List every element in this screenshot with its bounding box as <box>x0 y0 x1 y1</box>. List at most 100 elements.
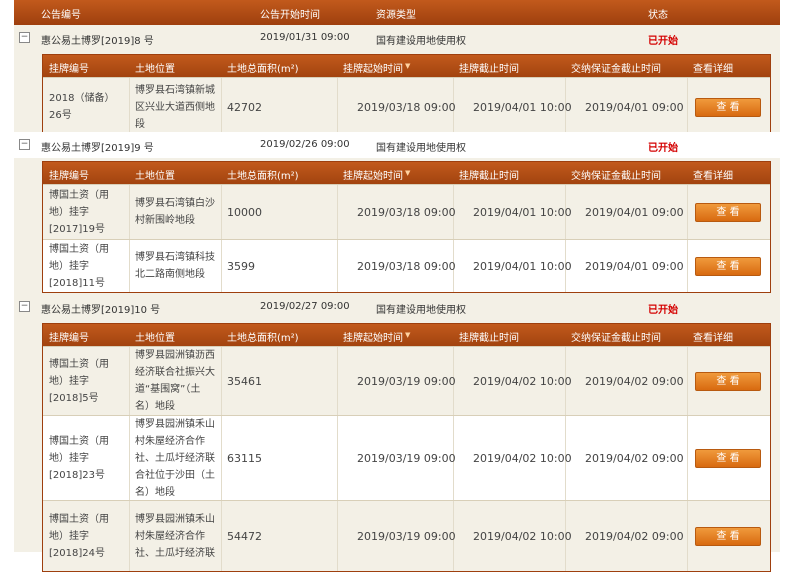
announcement-start-time: 2019/01/31 09:00 <box>260 32 350 43</box>
cell-divider <box>687 347 688 415</box>
lot-row: 博国土资（用 地）挂字 [2018]11号 博罗县石湾镇科技 北二路南侧地段 3599 20… <box>43 239 770 292</box>
view-details-button[interactable]: 查 看 <box>695 527 761 546</box>
announcement-number: 惠公易土博罗[2019]10 号 <box>41 305 161 316</box>
header-resource-type: 资源类型 <box>376 10 416 21</box>
cell-divider <box>129 78 130 136</box>
cell-divider <box>337 347 338 415</box>
lot-header-cell: 挂牌编号 <box>49 333 89 344</box>
deposit-deadline: 2019/04/01 09:00 <box>585 100 684 114</box>
resource-type: 国有建设用地使用权 <box>376 305 466 316</box>
announcement-table-header: 公告编号 公告开始时间 资源类型 状态 <box>14 0 780 25</box>
lot-code: [2018]11号 <box>49 277 105 289</box>
lot-location: 区兴业大道西侧地 <box>135 101 215 113</box>
lot-location: 社、土瓜圩经济联 <box>135 452 215 464</box>
listing-start-time: 2019/03/19 09:00 <box>357 529 456 543</box>
lot-header-cell: 土地位置 <box>135 64 175 75</box>
cell-divider <box>129 501 130 571</box>
lot-header-cell: 土地总面积(m²) <box>227 333 299 344</box>
listing-end-time: 2019/04/01 10:00 <box>473 100 572 114</box>
lot-header-cell: 挂牌起始时间 <box>343 333 403 344</box>
lot-header-cell: 交纳保证金截止时间 <box>571 333 661 344</box>
lot-header-cell: 查看详细 <box>693 333 733 344</box>
header-status: 状态 <box>648 10 668 21</box>
cell-divider <box>221 501 222 571</box>
lot-header-cell: 挂牌截止时间 <box>459 64 519 75</box>
cell-divider <box>337 185 338 239</box>
lot-code: 地）挂字 <box>49 530 89 542</box>
collapse-icon[interactable]: − <box>19 32 30 43</box>
lot-table-header: 挂牌编号 土地位置 土地总面积(m²) 挂牌起始时间 ▼ 挂牌截止时间 交纳保证金截止时间 查… <box>43 324 770 346</box>
cell-divider <box>129 240 130 292</box>
lot-code: [2017]19号 <box>49 223 105 235</box>
listing-start-time: 2019/03/18 09:00 <box>357 205 456 219</box>
view-details-button[interactable]: 查 看 <box>695 257 761 276</box>
lot-location: 经济联合社振兴大 <box>135 367 215 378</box>
announcement-row: − 惠公易土博罗[2019]9 号 2019/02/26 09:00 国有建设用地使用… <box>14 132 780 158</box>
view-details-button[interactable]: 查 看 <box>695 98 761 117</box>
status-badge: 已开始 <box>648 305 678 316</box>
deposit-deadline: 2019/04/02 09:00 <box>585 529 684 543</box>
cell-divider <box>129 185 130 239</box>
view-details-button[interactable]: 查 看 <box>695 372 761 391</box>
view-details-button[interactable]: 查 看 <box>695 449 761 468</box>
listing-start-time: 2019/03/18 09:00 <box>357 259 456 273</box>
lot-area: 54472 <box>227 529 262 543</box>
lot-table: 挂牌编号 土地位置 土地总面积(m²) 挂牌起始时间 ▼ 挂牌截止时间 交纳保证金截止时间查… <box>42 54 771 137</box>
cell-divider <box>221 185 222 239</box>
announcement-row: − 惠公易土博罗[2019]8 号 2019/01/31 09:00 国有建设用地使用… <box>14 25 780 51</box>
lot-location: 社、土瓜圩经济联 <box>135 547 215 559</box>
lot-location: 段 <box>135 118 145 130</box>
deposit-deadline: 2019/04/01 09:00 <box>585 205 684 219</box>
lot-table: 挂牌编号 土地位置 土地总面积(m²) 挂牌起始时间 ▼ 挂牌截止时间 交纳保证金截止时间查… <box>42 161 771 293</box>
deposit-deadline: 2019/04/02 09:00 <box>585 451 684 465</box>
lot-code: 博国土资（用 <box>49 189 109 201</box>
lot-row: 博国土资（用 地）挂字 [2018]5号 博罗县园洲镇沥西 经济联合社振兴大 道“基围窝”… <box>43 346 770 415</box>
header-start-time: 公告开始时间 <box>260 10 320 21</box>
lot-header-cell: 挂牌编号 <box>49 171 89 182</box>
cell-divider <box>337 78 338 136</box>
lot-code: 博国土资（用 <box>49 243 109 255</box>
cell-divider <box>687 240 688 292</box>
sort-desc-icon[interactable]: ▼ <box>405 62 410 70</box>
cell-divider <box>337 416 338 500</box>
lot-header-cell: 挂牌起始时间 <box>343 64 403 75</box>
lot-table: 挂牌编号 土地位置 土地总面积(m²) 挂牌起始时间 ▼ 挂牌截止时间 交纳保证金截止时间查… <box>42 323 771 572</box>
sort-desc-icon[interactable]: ▼ <box>405 331 410 339</box>
lot-area: 10000 <box>227 205 262 219</box>
collapse-icon[interactable]: − <box>19 301 30 312</box>
listing-end-time: 2019/04/02 10:00 <box>473 529 572 543</box>
lot-header-cell: 查看详细 <box>693 64 733 75</box>
deposit-deadline: 2019/04/01 09:00 <box>585 259 684 273</box>
lot-location: 北二路南侧地段 <box>135 269 205 280</box>
resource-type: 国有建设用地使用权 <box>376 143 466 154</box>
lot-code: [2018]5号 <box>49 392 99 404</box>
lot-code: 地）挂字 <box>49 375 89 387</box>
cell-divider <box>687 416 688 500</box>
collapse-icon[interactable]: − <box>19 139 30 150</box>
lot-header-cell: 交纳保证金截止时间 <box>571 171 661 182</box>
announcement-start-time: 2019/02/27 09:00 <box>260 301 350 312</box>
cell-divider <box>687 78 688 136</box>
lot-area: 42702 <box>227 100 262 114</box>
listing-start-time: 2019/03/19 09:00 <box>357 451 456 465</box>
lot-location: 博罗县石湾镇科技 <box>135 252 215 263</box>
lot-location: 合社位于沙田（土 <box>135 469 215 481</box>
lot-location: 名）地段 <box>135 486 175 498</box>
lot-header-cell: 交纳保证金截止时间 <box>571 64 661 75</box>
listing-end-time: 2019/04/02 10:00 <box>473 451 572 465</box>
lot-header-cell: 挂牌起始时间 <box>343 171 403 182</box>
lot-row: 博国土资（用 地）挂字 [2018]23号 博罗县园洲镇禾山 村朱屋经济合作 社、土瓜圩经… <box>43 415 770 500</box>
view-details-button[interactable]: 查 看 <box>695 203 761 222</box>
cell-divider <box>221 416 222 500</box>
lot-row: 博国土资（用 地）挂字 [2018]24号 博罗县园洲镇禾山 村朱屋经济合作 社、土瓜圩经… <box>43 500 770 571</box>
announcement-row: − 惠公易土博罗[2019]10 号 2019/02/27 09:00 国有建设用地使… <box>14 294 780 320</box>
header-announcement-no: 公告编号 <box>41 10 81 21</box>
status-badge: 已开始 <box>648 143 678 154</box>
lot-code: [2018]23号 <box>49 469 105 481</box>
lot-code: 地）挂字 <box>49 206 89 218</box>
deposit-deadline: 2019/04/02 09:00 <box>585 374 684 388</box>
lot-area: 35461 <box>227 374 262 388</box>
lot-header-cell: 查看详细 <box>693 171 733 182</box>
cell-divider <box>687 185 688 239</box>
sort-desc-icon[interactable]: ▼ <box>405 169 410 177</box>
